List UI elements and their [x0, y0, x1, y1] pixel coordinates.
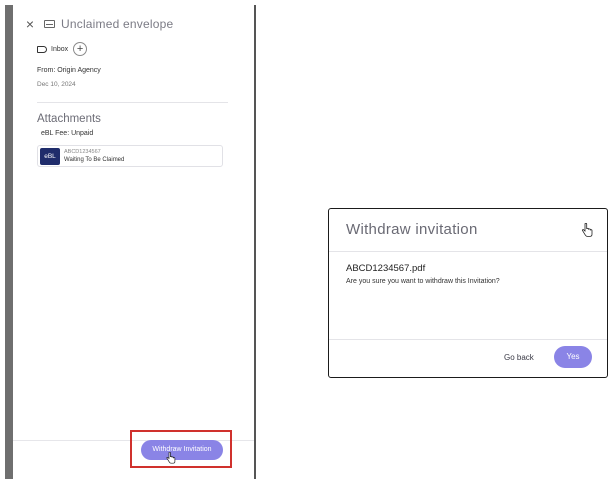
envelope-icon	[44, 20, 55, 28]
tag-label: Inbox	[51, 45, 69, 53]
yes-button[interactable]: Yes	[554, 346, 592, 368]
attachments-heading: Attachments	[37, 113, 101, 125]
go-back-button[interactable]: Go back	[504, 353, 534, 362]
dialog-message: Are you sure you want to withdraw this I…	[346, 278, 500, 285]
document-id: ABCD1234567	[64, 148, 101, 155]
panel-title: Unclaimed envelope	[61, 17, 174, 31]
dialog-file-name: ABCD1234567.pdf	[346, 263, 426, 274]
document-status: Waiting To Be Claimed	[64, 156, 125, 163]
attachment-card[interactable]: eBL ABCD1234567 Waiting To Be Claimed	[37, 145, 223, 167]
dialog-header-divider	[329, 251, 607, 252]
close-icon[interactable]: ×	[23, 17, 37, 31]
panel-header: × Unclaimed envelope	[23, 15, 173, 33]
tag-row: Inbox +	[37, 42, 88, 56]
ebl-badge-icon: eBL	[40, 147, 60, 165]
add-tag-button[interactable]: +	[73, 42, 88, 56]
date-text: Dec 10, 2024	[37, 81, 76, 88]
dialog-footer-divider	[329, 339, 607, 340]
divider	[37, 102, 228, 103]
pointer-cursor-icon	[166, 452, 176, 464]
withdraw-dialog: Withdraw invitation ABCD1234567.pdf Are …	[328, 208, 608, 378]
fee-status: eBL Fee: Unpaid	[41, 130, 94, 137]
withdraw-invitation-button[interactable]: Withdraw Invitation	[141, 440, 223, 460]
dialog-title: Withdraw invitation	[346, 221, 478, 238]
dialog-close-icon[interactable]	[581, 223, 595, 239]
envelope-panel: × Unclaimed envelope Inbox + From: Origi…	[5, 5, 256, 479]
sender-text: From: Origin Agency	[37, 67, 101, 74]
tag-icon	[37, 45, 47, 53]
screenshot-stage: × Unclaimed envelope Inbox + From: Origi…	[0, 0, 612, 481]
